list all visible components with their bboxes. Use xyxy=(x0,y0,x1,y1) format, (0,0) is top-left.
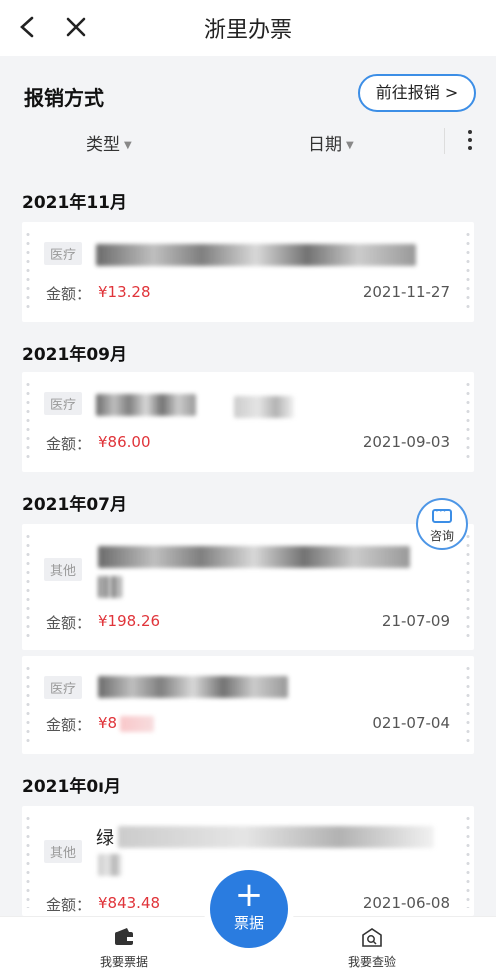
wallet-icon xyxy=(115,928,133,945)
verify-icon xyxy=(362,928,382,947)
invoice-title-prefix: 绿 xyxy=(96,828,114,849)
reimburse-header: 报销方式 前往报销 > 类型 ▼ 日期 ▼ xyxy=(0,56,496,170)
date-filter-label: 日期 xyxy=(308,135,342,155)
amount-value: ¥86.00 xyxy=(98,433,151,451)
redacted-title xyxy=(98,854,122,876)
redacted-title xyxy=(234,396,294,418)
category-tag: 医疗 xyxy=(44,242,83,265)
plus-icon: + xyxy=(234,875,264,915)
divider xyxy=(444,128,445,154)
invoice-date: 2021-06-08 xyxy=(362,894,450,912)
section-label: 报销方式 xyxy=(24,86,104,110)
caret-down-icon: ▼ xyxy=(346,139,354,151)
month-header: 2021年11月 xyxy=(22,193,127,213)
more-vertical-icon[interactable] xyxy=(462,126,478,156)
tab-my-tickets[interactable]: 我要票据 xyxy=(64,917,184,970)
month-header: 2021年07月 xyxy=(22,495,127,515)
invoice-date: 2021-11-27 xyxy=(362,283,450,301)
invoice-card[interactable]: 医疗 金额： ¥13.28 2021-11-27 xyxy=(22,222,474,322)
redacted-title xyxy=(98,576,122,598)
redacted-amount xyxy=(120,716,154,732)
caret-down-icon: ▼ xyxy=(124,139,132,151)
consult-button[interactable]: 咨询 xyxy=(416,498,468,550)
month-header: 2021年09月 xyxy=(22,345,127,365)
amount-value: ¥8 xyxy=(98,714,118,732)
tab-label: 我要查验 xyxy=(347,955,396,969)
nav-bar: 浙里办票 xyxy=(0,0,496,56)
amount-value: ¥198.26 xyxy=(98,612,161,630)
type-filter-label: 类型 xyxy=(86,135,120,155)
month-header: 2021年0ı月 xyxy=(22,777,121,797)
type-filter[interactable]: 类型 ▼ xyxy=(86,130,132,155)
amount-value: ¥13.28 xyxy=(98,283,151,301)
redacted-title xyxy=(98,676,288,698)
add-ticket-button[interactable]: + 票据 xyxy=(210,870,288,948)
redacted-title xyxy=(96,394,196,416)
redacted-title xyxy=(118,826,434,848)
amount-label: 金额： xyxy=(46,716,92,734)
amount-label: 金额： xyxy=(46,614,92,632)
date-filter[interactable]: 日期 ▼ xyxy=(308,130,354,155)
invoice-date: 21-07-09 xyxy=(381,612,450,630)
page-title: 浙里办票 xyxy=(203,18,292,43)
category-tag: 医疗 xyxy=(44,676,83,699)
goto-reimburse-button[interactable]: 前往报销 > xyxy=(358,74,476,112)
redacted-title xyxy=(96,244,416,266)
amount-value: ¥843.48 xyxy=(98,894,161,912)
fab-label: 票据 xyxy=(233,914,264,932)
tab-verify[interactable]: 我要查验 xyxy=(312,917,432,970)
filter-bar: 类型 ▼ 日期 ▼ xyxy=(0,126,496,156)
invoice-card[interactable]: 其他 金额： ¥198.26 21-07-09 xyxy=(22,524,474,650)
chat-icon xyxy=(432,504,452,523)
amount-label: 金额： xyxy=(46,285,92,303)
redacted-title xyxy=(98,546,410,568)
invoice-card[interactable]: 医疗 金额： ¥86.00 2021-09-03 xyxy=(22,372,474,472)
invoice-date: 2021-09-03 xyxy=(362,433,450,451)
consult-label: 咨询 xyxy=(429,529,454,543)
tab-label: 我要票据 xyxy=(99,955,148,969)
category-tag: 其他 xyxy=(44,558,83,581)
invoice-date: 021-07-04 xyxy=(372,714,450,732)
category-tag: 医疗 xyxy=(44,392,83,415)
amount-label: 金额： xyxy=(46,435,92,453)
category-tag: 其他 xyxy=(44,840,83,863)
invoice-card[interactable]: 医疗 金额： ¥8 021-07-04 xyxy=(22,656,474,754)
amount-label: 金额： xyxy=(46,896,92,914)
